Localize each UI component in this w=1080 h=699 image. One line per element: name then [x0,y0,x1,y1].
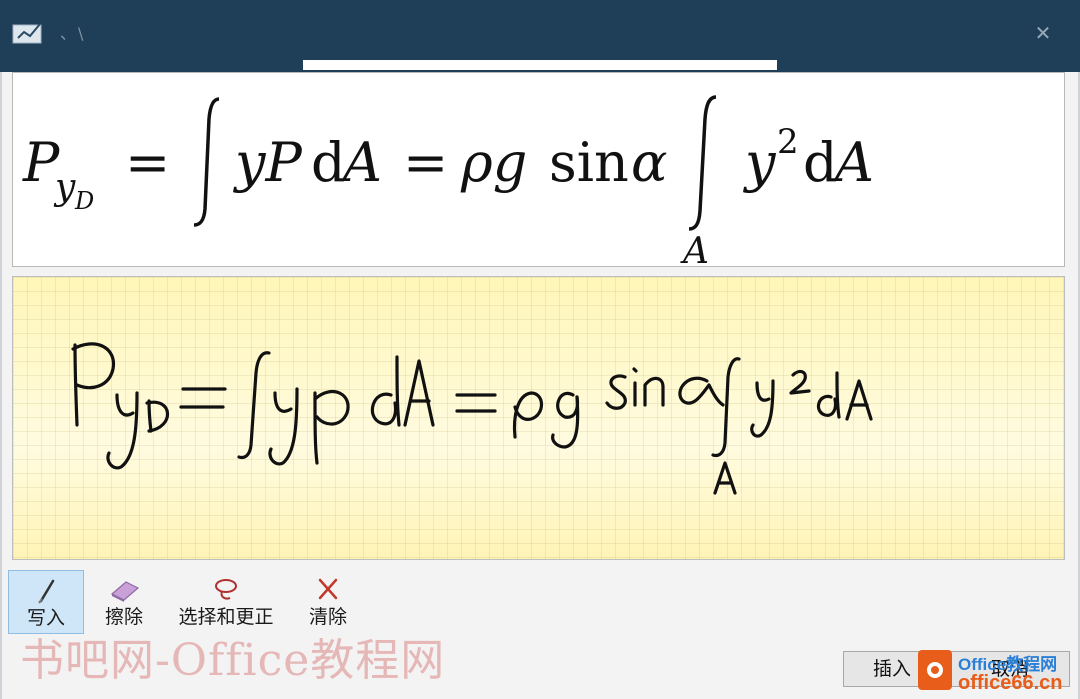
svg-text:2: 2 [777,122,799,162]
logo-bottom-text: office66.cn [958,672,1063,694]
svg-text:A: A [830,131,874,194]
site-watermark: 书吧网-Office教程网 [20,635,446,686]
select-correct-tool-label: 选择和更正 [178,606,274,628]
clear-tool-button[interactable]: 清除 [298,570,358,634]
math-input-app-icon [12,23,42,44]
window-title: 、\ [60,24,86,43]
ink-toolbar: 写入 擦除 选择和更正 清除 [8,570,388,636]
write-tool-label: 写入 [26,607,65,629]
pen-icon [38,579,55,604]
svg-text:D: D [74,187,94,215]
write-tool-button[interactable]: 写入 [8,570,84,634]
svg-text:sin: sin [549,131,629,194]
svg-text:=: = [403,131,448,194]
clear-x-icon [318,578,338,600]
close-icon[interactable]: ✕ [1028,18,1058,48]
erase-tool-label: 擦除 [104,606,143,628]
office-logo-watermark: Office教程网 office66.cn [918,648,1080,699]
svg-text:y: y [53,167,76,208]
svg-text:=: = [125,131,170,194]
svg-text:d: d [311,131,346,194]
lasso-icon [215,579,237,600]
erase-tool-button[interactable]: 擦除 [94,570,154,634]
svg-text:A: A [680,231,709,266]
handwriting-canvas[interactable] [12,276,1065,560]
svg-text:A: A [338,131,382,194]
typeset-formula: P y D = yP d A = ρg sin α A y 2 d A [22,95,874,272]
svg-text:y: y [743,131,777,194]
svg-text:α: α [631,131,667,194]
select-correct-tool-button[interactable]: 选择和更正 [166,570,286,634]
eraser-icon [110,581,140,602]
svg-text:yP: yP [233,131,304,194]
office-logo-icon [918,650,952,690]
svg-text:ρg: ρg [460,131,527,194]
clear-tool-label: 清除 [308,606,347,628]
handwritten-ink [71,342,873,495]
title-bar: 、\ ✕ [0,0,1080,72]
formula-preview: P y D = yP d A = ρg sin α A y 2 d A [12,72,1065,272]
svg-text:d: d [803,131,838,194]
titlebar-highlight [303,60,777,70]
